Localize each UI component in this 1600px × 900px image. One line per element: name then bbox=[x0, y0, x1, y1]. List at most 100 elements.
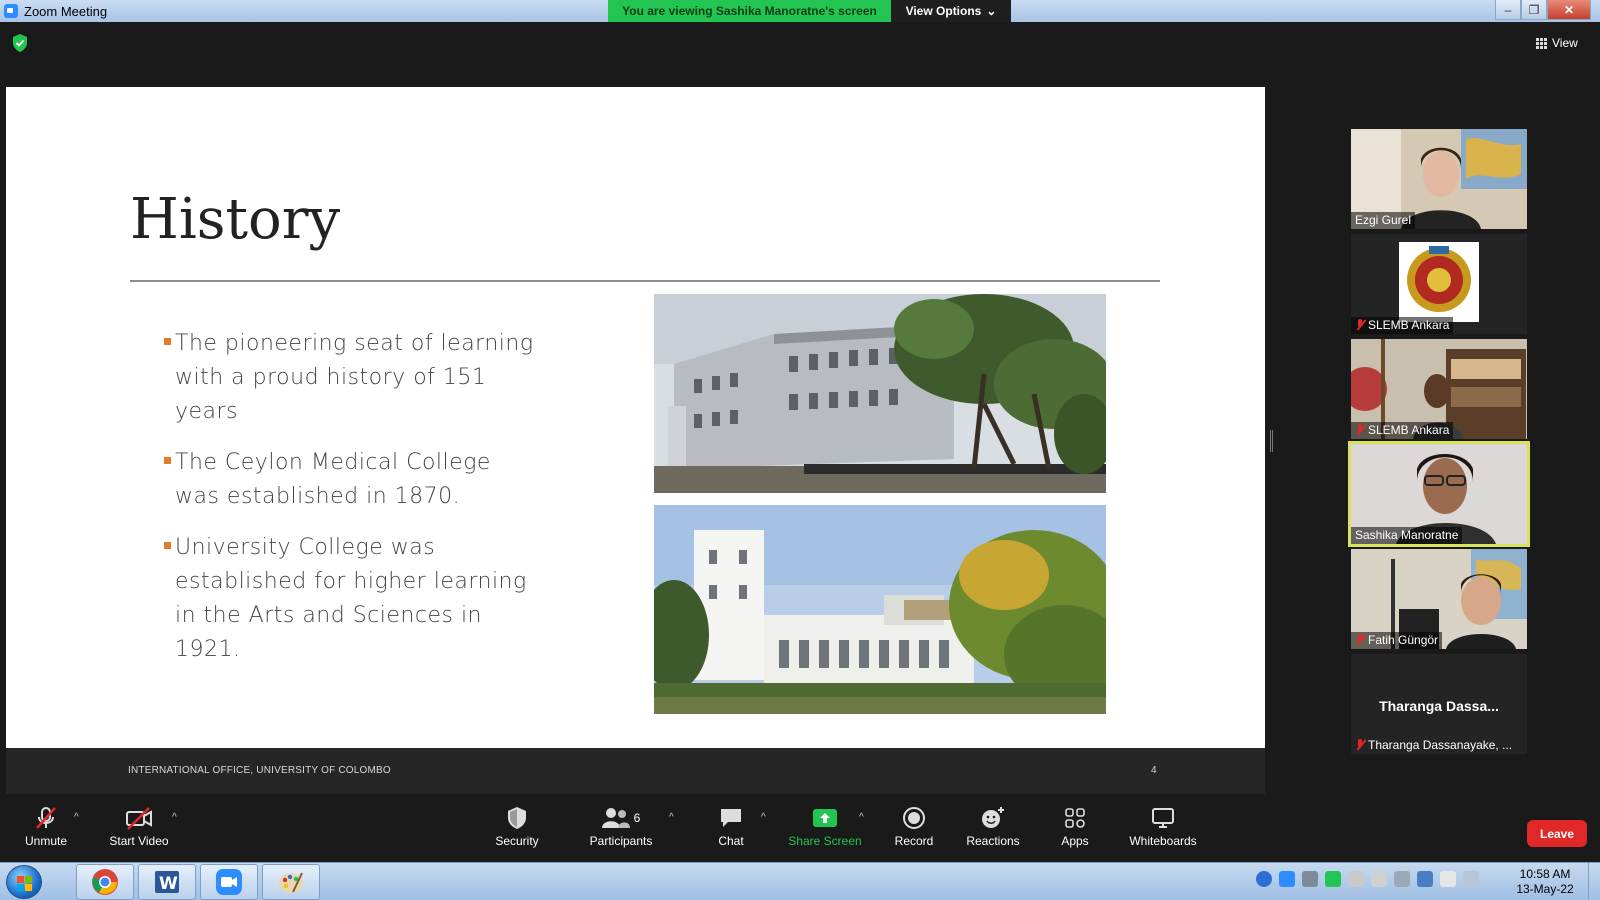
participant-name: SLEMB Ankara bbox=[1351, 422, 1454, 439]
taskbar-clock[interactable]: 10:58 AM 13-May-22 bbox=[1510, 867, 1580, 897]
participant-display-name: Tharanga Dassa... bbox=[1379, 698, 1499, 714]
clock-date: 13-May-22 bbox=[1516, 882, 1574, 896]
slide-footer-text: INTERNATIONAL OFFICE, UNIVERSITY OF COLO… bbox=[128, 765, 391, 776]
taskbar-chrome[interactable] bbox=[76, 864, 134, 900]
flag-icon[interactable] bbox=[1440, 871, 1456, 887]
start-video-button[interactable]: Start Video bbox=[106, 804, 172, 854]
participant-tile[interactable]: SLEMB Ankara bbox=[1351, 339, 1527, 439]
mic-muted-icon bbox=[1355, 424, 1365, 436]
system-tray bbox=[1256, 871, 1479, 887]
word-icon: W bbox=[155, 871, 179, 894]
share-screen-button[interactable]: Share Screen bbox=[786, 804, 864, 854]
help-icon[interactable] bbox=[1256, 871, 1272, 887]
participant-name: Tharanga Dassanayake, ... bbox=[1351, 737, 1516, 754]
security-tray-icon[interactable] bbox=[1325, 871, 1341, 887]
network-tray-icon[interactable] bbox=[1348, 871, 1364, 887]
participants-icon bbox=[601, 808, 630, 828]
chat-bubble-icon bbox=[721, 809, 741, 827]
encryption-shield-icon[interactable] bbox=[12, 34, 28, 52]
view-label: View bbox=[1552, 36, 1578, 50]
mic-muted-icon bbox=[1355, 319, 1365, 331]
meeting-control-bar: Unmute ^ Start Video ^ Security 6 Partic… bbox=[0, 794, 1600, 862]
close-window-button[interactable]: ✕ bbox=[1547, 0, 1591, 20]
grid-icon bbox=[1536, 37, 1547, 49]
windows-taskbar: W 10:58 AM 13-May-22 bbox=[0, 862, 1600, 900]
bluetooth-icon[interactable] bbox=[1417, 871, 1433, 887]
taskbar-zoom[interactable] bbox=[200, 864, 258, 900]
smiley-plus-icon bbox=[982, 807, 1004, 828]
zoom-app-icon bbox=[4, 4, 18, 18]
shield-icon bbox=[508, 807, 526, 829]
share-screen-icon bbox=[813, 809, 837, 827]
participant-tile[interactable]: Tharanga Dassa... Tharanga Dassanayake, … bbox=[1351, 654, 1527, 754]
clock-time: 10:58 AM bbox=[1519, 867, 1571, 881]
taskbar-word[interactable]: W bbox=[138, 864, 196, 900]
participant-tile[interactable]: Fatih Güngör bbox=[1351, 549, 1527, 649]
medical-college-photo bbox=[654, 294, 1106, 493]
panel-resize-handle[interactable] bbox=[1270, 430, 1273, 452]
slide-page-number: 4 bbox=[1151, 765, 1157, 776]
audio-options-caret[interactable]: ^ bbox=[74, 812, 79, 823]
top-band bbox=[0, 22, 1600, 88]
window-title: Zoom Meeting bbox=[24, 3, 108, 19]
whiteboard-icon bbox=[1152, 808, 1174, 828]
participant-tile[interactable]: Ezgi Gurel bbox=[1351, 129, 1527, 229]
windows-start-button[interactable] bbox=[6, 865, 42, 899]
participant-name: Sashika Manoratne bbox=[1351, 527, 1463, 544]
slide-bullet-list: The pioneering seat of learning with a p… bbox=[164, 327, 534, 684]
chat-options-caret[interactable]: ^ bbox=[761, 812, 766, 823]
bullet-item: University College was established for h… bbox=[164, 531, 534, 667]
mic-muted-icon bbox=[1355, 634, 1365, 646]
shared-slide: History The pioneering seat of learning … bbox=[6, 87, 1265, 748]
mic-muted-icon bbox=[1355, 739, 1365, 751]
slide-divider bbox=[130, 280, 1160, 282]
participant-tile[interactable]: SLEMB Ankara bbox=[1351, 234, 1527, 334]
view-options-button[interactable]: View Options ⌄ bbox=[891, 0, 1011, 22]
view-options-label: View Options bbox=[905, 4, 982, 18]
unmute-button[interactable]: Unmute bbox=[22, 804, 70, 854]
paint-palette-icon bbox=[279, 872, 303, 893]
chrome-icon bbox=[92, 869, 118, 895]
bullet-item: The pioneering seat of learning with a p… bbox=[164, 327, 534, 429]
bullet-square-icon bbox=[164, 457, 171, 464]
participant-name: SLEMB Ankara bbox=[1351, 317, 1454, 334]
volume-icon[interactable] bbox=[1371, 871, 1387, 887]
share-options-caret[interactable]: ^ bbox=[859, 812, 864, 823]
slide-title: History bbox=[130, 187, 341, 252]
participant-name: Fatih Güngör bbox=[1351, 632, 1443, 649]
bullet-item: The Ceylon Medical College was establish… bbox=[164, 446, 534, 514]
view-layout-button[interactable]: View bbox=[1536, 32, 1590, 54]
maximize-button[interactable]: ❐ bbox=[1521, 0, 1547, 20]
participants-options-caret[interactable]: ^ bbox=[669, 812, 674, 823]
participant-count: 6 bbox=[633, 811, 641, 825]
device-tray-icon[interactable] bbox=[1302, 871, 1318, 887]
chat-button[interactable]: Chat bbox=[712, 804, 750, 854]
slide-footer: INTERNATIONAL OFFICE, UNIVERSITY OF COLO… bbox=[6, 748, 1265, 794]
participants-button[interactable]: 6 Participants bbox=[589, 804, 653, 854]
whiteboards-button[interactable]: Whiteboards bbox=[1128, 804, 1198, 854]
participant-tile-active-speaker[interactable]: Sashika Manoratne bbox=[1348, 441, 1530, 547]
svg-text:W: W bbox=[159, 874, 178, 894]
taskbar-paint[interactable] bbox=[262, 864, 320, 900]
bullet-square-icon bbox=[164, 542, 171, 549]
show-desktop-button[interactable] bbox=[1588, 863, 1600, 900]
zoom-icon bbox=[216, 869, 242, 895]
video-options-caret[interactable]: ^ bbox=[172, 812, 177, 823]
apps-button[interactable]: Apps bbox=[1060, 804, 1090, 854]
record-icon bbox=[903, 807, 925, 829]
apps-icon bbox=[1065, 808, 1085, 828]
leave-meeting-button[interactable]: Leave bbox=[1527, 820, 1587, 847]
reactions-button[interactable]: Reactions bbox=[964, 804, 1022, 854]
chevron-down-icon: ⌄ bbox=[986, 4, 997, 18]
video-off-icon bbox=[126, 807, 152, 830]
participant-name: Ezgi Gurel bbox=[1351, 212, 1416, 229]
mic-muted-icon bbox=[36, 807, 56, 829]
zoom-tray-icon[interactable] bbox=[1279, 871, 1295, 887]
display-tray-icon[interactable] bbox=[1463, 871, 1479, 887]
viewing-screen-banner: You are viewing Sashika Manoratne's scre… bbox=[608, 0, 891, 22]
security-button[interactable]: Security bbox=[494, 804, 540, 854]
record-button[interactable]: Record bbox=[893, 804, 935, 854]
university-college-photo bbox=[654, 505, 1106, 714]
printer-tray-icon[interactable] bbox=[1394, 871, 1410, 887]
minimize-button[interactable]: – bbox=[1495, 0, 1521, 20]
